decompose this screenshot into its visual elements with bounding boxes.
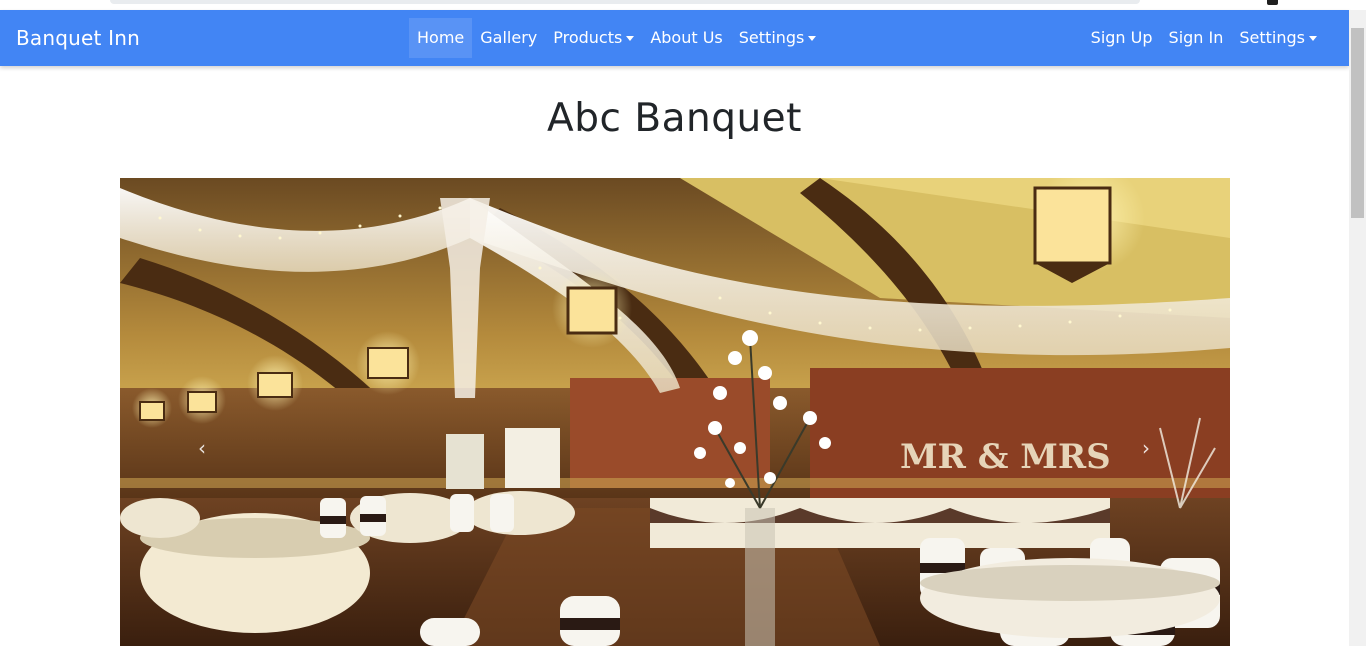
carousel-prev-icon[interactable]: ‹	[192, 434, 212, 462]
nav-account-settings-dropdown[interactable]: Settings	[1231, 18, 1325, 58]
page-scrollbar[interactable]	[1349, 10, 1366, 646]
nav-gallery[interactable]: Gallery	[472, 18, 545, 58]
caret-down-icon	[626, 35, 635, 41]
caret-down-icon	[808, 35, 817, 41]
nav-products-dropdown[interactable]: Products	[545, 18, 642, 58]
page-title: Abc Banquet	[547, 96, 802, 141]
nav-about-us-label: About Us	[650, 28, 723, 47]
banquet-hall-photo: MR & MRS	[120, 178, 1230, 646]
nav-account-settings-label: Settings	[1239, 28, 1305, 47]
nav-home[interactable]: Home	[409, 18, 473, 58]
navbar: Banquet Inn Home Gallery Products About …	[0, 10, 1349, 66]
nav-settings-label: Settings	[738, 28, 805, 47]
nav-sign-in-label: Sign In	[1168, 28, 1224, 47]
image-carousel[interactable]: MR & MRS	[120, 178, 1230, 646]
nav-home-label: Home	[417, 28, 465, 47]
nav-sign-in[interactable]: Sign In	[1161, 18, 1232, 58]
nav-sign-up-label: Sign Up	[1090, 28, 1153, 47]
browser-top-strip	[0, 0, 1366, 10]
carousel-next-icon[interactable]: ›	[1136, 434, 1156, 462]
nav-account-menu: Sign Up Sign In Settings	[1083, 18, 1325, 58]
nav-products-label: Products	[553, 28, 623, 47]
caret-down-icon	[1309, 35, 1317, 41]
address-bar-edge	[110, 0, 1140, 4]
nav-about-us[interactable]: About Us	[642, 18, 730, 58]
brand-logo[interactable]: Banquet Inn	[16, 10, 140, 66]
scrollbar-thumb[interactable]	[1351, 28, 1364, 218]
nav-settings-dropdown[interactable]: Settings	[731, 18, 825, 58]
extension-icon[interactable]	[1267, 0, 1278, 5]
nav-gallery-label: Gallery	[480, 28, 538, 47]
nav-main-menu: Home Gallery Products About Us Settings	[409, 18, 824, 58]
mr-mrs-sign: MR & MRS	[900, 437, 1111, 477]
nav-sign-up[interactable]: Sign Up	[1083, 18, 1161, 58]
